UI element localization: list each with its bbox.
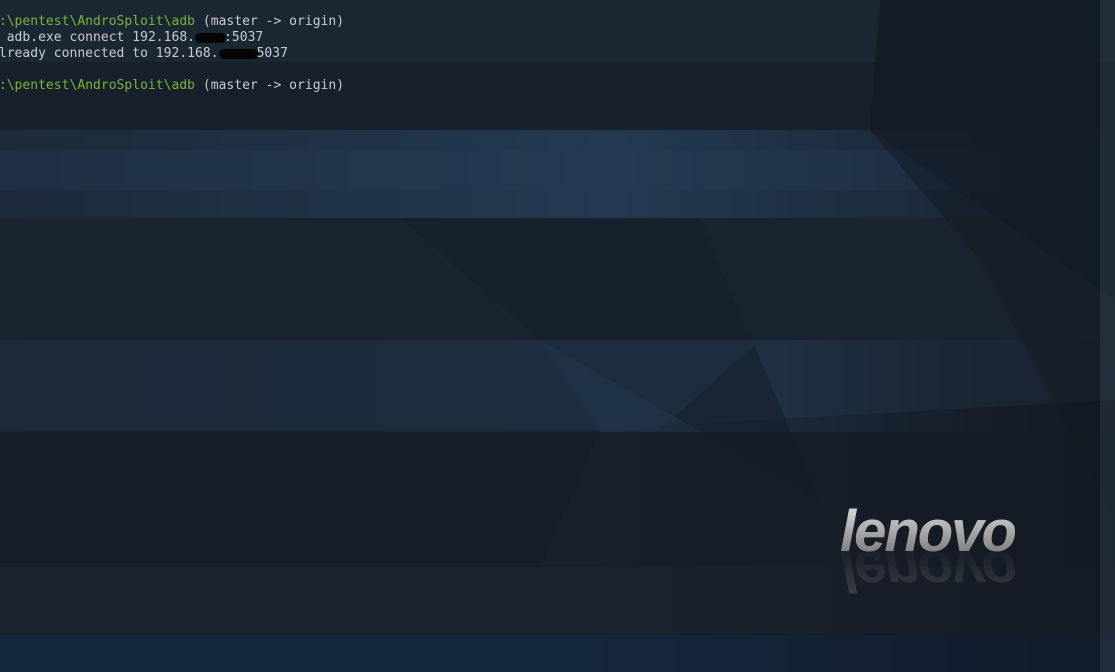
branch-text: (master -> origin) — [195, 14, 345, 29]
redaction-mark — [218, 48, 259, 59]
lenovo-logo: lenovo lenovo — [838, 505, 1115, 595]
bottom-band — [0, 634, 1100, 672]
terminal-line-output: already connected to 192.168. 5037 — [0, 46, 288, 62]
branch-text: (master -> origin) — [195, 78, 345, 93]
svg-text:lenovo: lenovo — [840, 538, 1015, 595]
port-text: :5037 — [224, 30, 264, 45]
terminal-line-prompt-path-1: C:\pentest\AndroSploit\adb (master -> or… — [0, 14, 344, 30]
path-text: C:\pentest\AndroSploit\adb — [0, 78, 196, 93]
path-text: C:\pentest\AndroSploit\adb — [0, 14, 196, 29]
terminal-line-command: λ adb.exe connect 192.168.:5037 — [0, 30, 264, 46]
terminal-line-prompt-path-2: C:\pentest\AndroSploit\adb (master -> or… — [0, 78, 344, 94]
output-text: already connected to 192.168. — [0, 46, 219, 61]
redaction-mark — [195, 32, 227, 43]
port-text: 5037 — [256, 46, 288, 61]
command-text: adb.exe connect 192.168. — [0, 30, 196, 45]
